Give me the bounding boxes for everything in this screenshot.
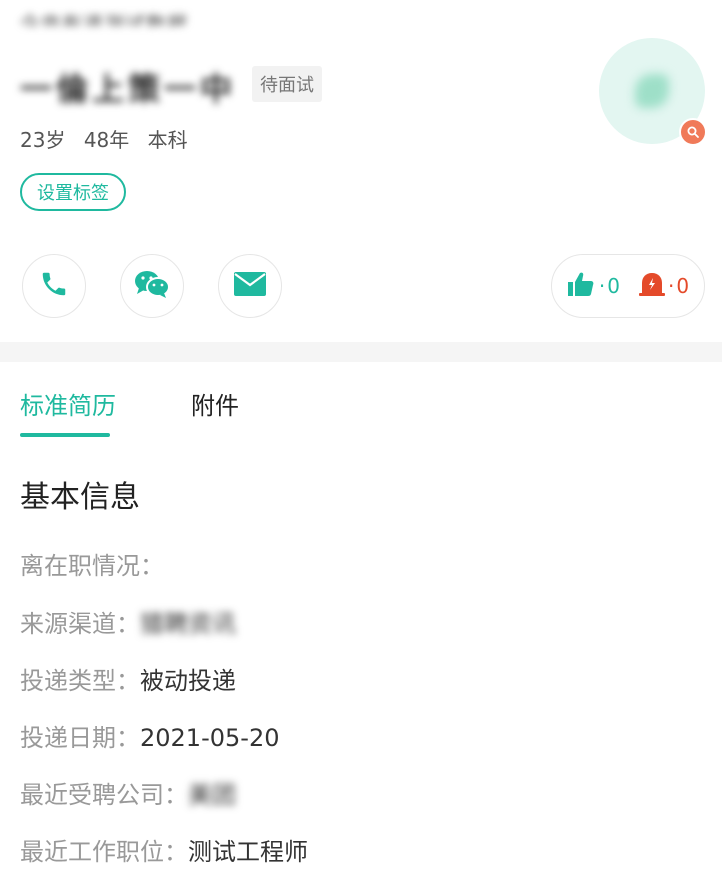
alerts-prefix: ·	[668, 274, 675, 298]
mail-icon	[233, 271, 267, 301]
email-button[interactable]	[218, 254, 282, 318]
status-badge: 待面试	[252, 66, 322, 102]
field-value: 被动投递	[140, 667, 236, 695]
field-label: 离在职情况：	[20, 552, 164, 580]
section-title: 基本信息	[20, 480, 140, 515]
field-value: 猎聘资讯	[140, 610, 236, 638]
likes-prefix: ·	[598, 274, 606, 298]
likes-count: 0	[607, 274, 620, 298]
education-text: 本科	[147, 128, 188, 152]
thumbs-up-icon	[567, 271, 597, 302]
breadcrumb: 企亩有道测试数据	[20, 12, 188, 26]
field-recent-position: 最近工作职位：测试工程师	[20, 832, 308, 867]
field-delivery-type: 投递类型：被动投递	[20, 661, 236, 696]
feedback-stats: · 0 · 0	[551, 254, 705, 318]
field-employment-status: 离在职情况：	[20, 546, 164, 581]
field-recent-company: 最近受聘公司：美团	[20, 775, 236, 810]
tab-attachments[interactable]: 附件	[191, 386, 239, 421]
field-label: 来源渠道：	[20, 610, 140, 638]
field-delivery-date: 投递日期：2021-05-20	[20, 718, 279, 753]
age-text: 23岁	[20, 128, 66, 152]
section-divider	[0, 342, 722, 362]
phone-icon	[39, 269, 69, 303]
wechat-button[interactable]	[120, 254, 184, 318]
experience-text: 48年	[83, 128, 130, 152]
wechat-icon	[133, 268, 171, 304]
candidate-name: 一倫上策一中	[20, 70, 237, 108]
field-label: 投递日期：	[20, 724, 140, 752]
tab-active-indicator	[20, 433, 110, 437]
field-value: 测试工程师	[188, 838, 308, 866]
alerts-stat[interactable]: · 0	[638, 271, 689, 302]
tab-standard-resume[interactable]: 标准简历	[20, 386, 116, 421]
alarm-icon	[638, 271, 666, 302]
alerts-count: 0	[676, 274, 690, 298]
field-label: 投递类型：	[20, 667, 140, 695]
likes-stat[interactable]: · 0	[567, 271, 620, 302]
set-tag-button[interactable]: 设置标签	[20, 173, 126, 211]
field-value: 2021-05-20	[140, 724, 280, 752]
call-button[interactable]	[22, 254, 86, 318]
field-label: 最近工作职位：	[20, 838, 188, 866]
field-value: 美团	[188, 781, 236, 809]
field-label: 最近受聘公司：	[20, 781, 188, 809]
candidate-meta: 23岁 48年 本科	[20, 124, 200, 153]
avatar-search-icon[interactable]	[679, 118, 707, 146]
field-source-channel: 来源渠道：猎聘资讯	[20, 604, 236, 639]
